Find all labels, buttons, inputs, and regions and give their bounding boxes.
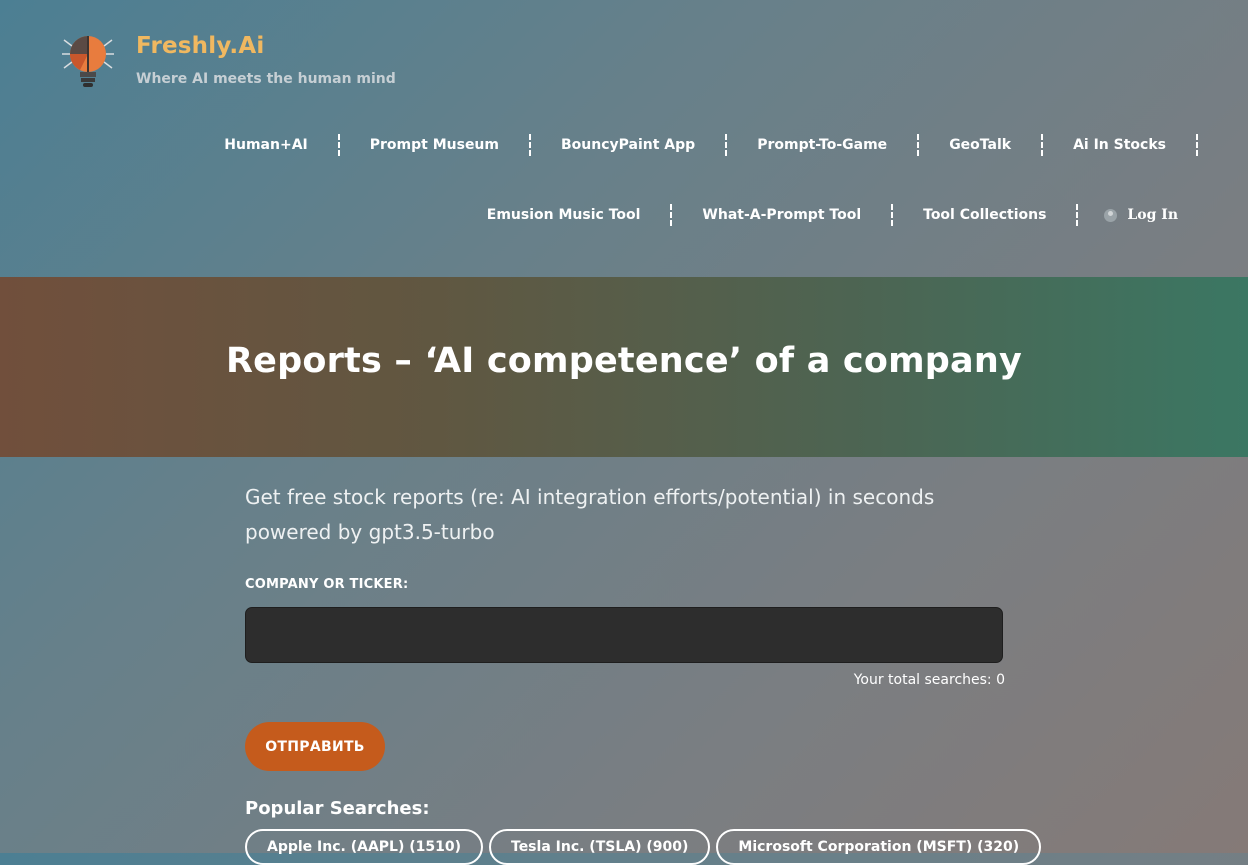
company-ticker-input[interactable]	[245, 607, 1003, 663]
main-nav-row-1: Human+AI Prompt Museum BouncyPaint App P…	[194, 133, 1198, 157]
page-title: Reports – ‘AI competence’ of a company	[226, 341, 1022, 381]
brand-tagline: Where AI meets the human mind	[136, 71, 396, 87]
nav-divider	[1196, 134, 1198, 156]
nav-prompt-museum[interactable]: Prompt Museum	[340, 133, 529, 157]
company-ticker-label: COMPANY OR TICKER:	[245, 577, 409, 592]
nav-prompt-to-game[interactable]: Prompt-To-Game	[727, 133, 917, 157]
nav-human-ai[interactable]: Human+AI	[194, 133, 337, 157]
popular-searches-title: Popular Searches:	[245, 798, 430, 819]
popular-searches-list: Apple Inc. (AAPL) (1510) Tesla Inc. (TSL…	[245, 829, 1042, 865]
report-form: Get free stock reports (re: AI integrati…	[245, 480, 1042, 865]
login-link[interactable]: Log In	[1078, 207, 1178, 223]
brand-title[interactable]: Freshly.Ai	[136, 33, 264, 59]
nav-tool-collections[interactable]: Tool Collections	[893, 203, 1076, 227]
popular-search-chip[interactable]: Tesla Inc. (TSLA) (900)	[489, 829, 711, 865]
user-icon	[1104, 208, 1118, 222]
site-header: Freshly.Ai Where AI meets the human mind…	[0, 0, 1248, 277]
intro-line-1: Get free stock reports (re: AI integrati…	[245, 485, 935, 509]
nav-what-a-prompt-tool[interactable]: What-A-Prompt Tool	[672, 203, 891, 227]
popular-search-chip[interactable]: Microsoft Corporation (MSFT) (320)	[716, 829, 1042, 865]
nav-geotalk[interactable]: GeoTalk	[919, 133, 1041, 157]
main-nav-row-2: Emusion Music Tool What-A-Prompt Tool To…	[457, 203, 1178, 227]
lightbulb-brain-icon[interactable]	[60, 32, 116, 92]
hero-banner: Reports – ‘AI competence’ of a company	[0, 277, 1248, 457]
popular-search-chip[interactable]: Apple Inc. (AAPL) (1510)	[245, 829, 483, 865]
login-label: Log In	[1127, 207, 1178, 223]
nav-bouncypaint-app[interactable]: BouncyPaint App	[531, 133, 725, 157]
nav-ai-in-stocks[interactable]: Ai In Stocks	[1043, 133, 1196, 157]
total-searches-counter: Your total searches: 0	[853, 672, 1005, 688]
submit-button[interactable]: ОТПРАВИТЬ	[245, 722, 385, 771]
intro-line-2: powered by gpt3.5-turbo	[245, 520, 495, 544]
nav-emusion-music-tool[interactable]: Emusion Music Tool	[457, 203, 671, 227]
intro-text: Get free stock reports (re: AI integrati…	[245, 480, 1005, 550]
